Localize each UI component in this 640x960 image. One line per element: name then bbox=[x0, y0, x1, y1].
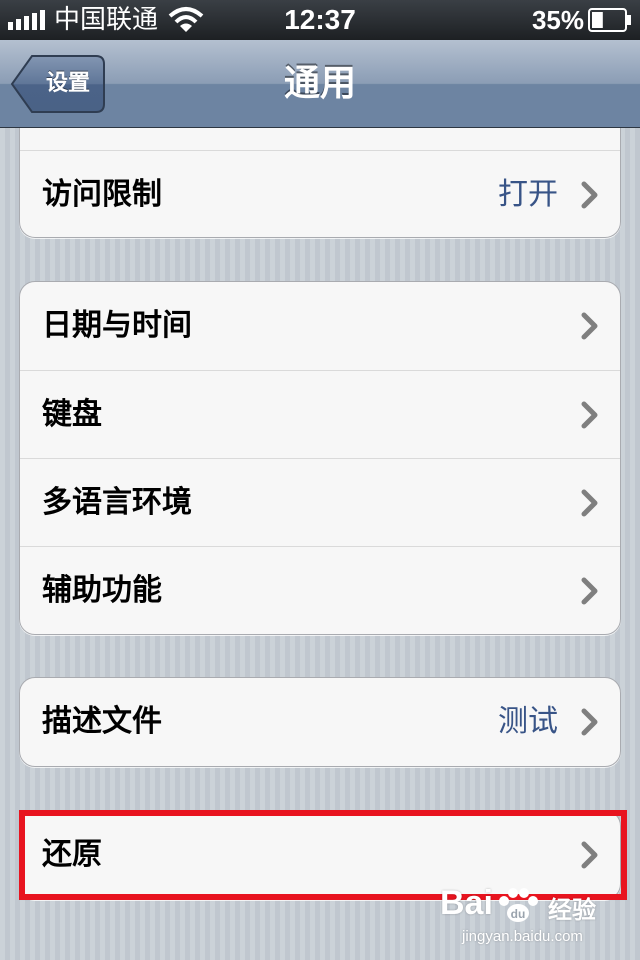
chevron-right-icon bbox=[581, 708, 598, 736]
watermark-url: jingyan.baidu.com bbox=[462, 928, 583, 945]
row-date-time[interactable]: 日期与时间 bbox=[20, 282, 620, 370]
row-keyboard[interactable]: 键盘 bbox=[20, 370, 620, 458]
row-label: 辅助功能 bbox=[42, 573, 162, 608]
row-label: 日期与时间 bbox=[42, 308, 192, 343]
chevron-right-icon bbox=[581, 577, 598, 605]
chevron-right-icon bbox=[581, 841, 598, 869]
chevron-right-icon bbox=[581, 401, 598, 429]
row-restrictions[interactable]: 访问限制 打开 bbox=[20, 150, 620, 238]
row-profiles[interactable]: 描述文件 测试 bbox=[20, 678, 620, 766]
battery-percentage: 35% bbox=[531, 5, 584, 35]
row-label: 还原 bbox=[42, 837, 102, 872]
row-accessibility[interactable]: 辅助功能 bbox=[20, 546, 620, 634]
row-label: 键盘 bbox=[42, 397, 102, 432]
row-label: 多语言环境 bbox=[42, 485, 192, 520]
settings-group-restrictions: 访问限制 打开 bbox=[19, 128, 621, 238]
paw-logo-icon: du bbox=[499, 888, 538, 922]
svg-text:du: du bbox=[511, 907, 526, 921]
row-label: 描述文件 bbox=[42, 704, 162, 739]
chevron-right-icon bbox=[581, 489, 598, 517]
battery-icon bbox=[588, 8, 631, 32]
chevron-right-icon bbox=[581, 181, 598, 209]
watermark-suffix: 经验 bbox=[548, 896, 596, 924]
chevron-right-icon bbox=[581, 312, 598, 340]
settings-group-locale: 日期与时间 键盘 多语言环境 辅助功能 bbox=[19, 281, 621, 635]
watermark-brand: Bai bbox=[440, 884, 493, 922]
settings-group-profiles: 描述文件 测试 bbox=[19, 677, 621, 767]
row-value: 测试 bbox=[498, 704, 558, 739]
row-value: 打开 bbox=[498, 177, 558, 212]
row-international[interactable]: 多语言环境 bbox=[20, 458, 620, 546]
battery-fill bbox=[592, 12, 603, 28]
row-label: 访问限制 bbox=[42, 177, 162, 212]
baidu-watermark: Bai du 经验 jingyan.baidu.com bbox=[440, 880, 610, 950]
page-title: 通用 bbox=[283, 63, 356, 104]
status-bar: 中国联通 12:37 35% bbox=[0, 0, 640, 40]
navigation-bar: 设置 通用 bbox=[0, 40, 640, 128]
